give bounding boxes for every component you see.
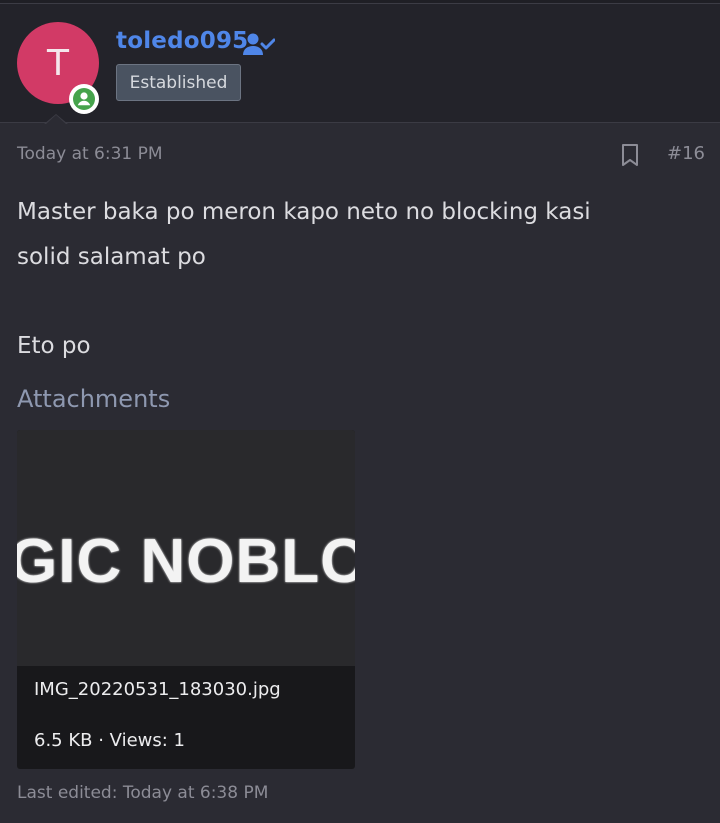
post-text-line: Master baka po meron kapo neto no blocki… [17, 199, 591, 225]
username-link[interactable]: toledo095 [116, 28, 248, 54]
avatar-letter: T [47, 42, 69, 84]
post-user-header: T toledo095 Established [0, 4, 720, 125]
attachment-meta: 6.5 KB · Views: 1 [34, 730, 185, 751]
user-rank-badge: Established [116, 64, 241, 101]
attachment-thumbnail[interactable]: GIC NOBLC [17, 430, 355, 666]
bookmark-icon[interactable] [620, 143, 640, 171]
last-edited-note: Last edited: Today at 6:38 PM [17, 783, 269, 803]
thumbnail-text: GIC NOBLC [17, 527, 355, 596]
post-body: Master baka po meron kapo neto no blocki… [17, 190, 707, 369]
attachments-heading: Attachments [17, 385, 171, 413]
post-text-line: solid salamat po [17, 244, 206, 270]
online-status-icon [69, 84, 99, 114]
post-text-line: Eto po [17, 333, 91, 359]
attachment-card[interactable]: GIC NOBLC IMG_20220531_183030.jpg 6.5 KB… [17, 430, 355, 769]
post-number-link[interactable]: #16 [667, 143, 705, 164]
verified-user-icon [243, 32, 276, 60]
post-timestamp[interactable]: Today at 6:31 PM [17, 144, 163, 164]
rank-label: Established [129, 72, 228, 93]
attachment-filename[interactable]: IMG_20220531_183030.jpg [34, 679, 281, 700]
header-pointer [44, 114, 68, 125]
